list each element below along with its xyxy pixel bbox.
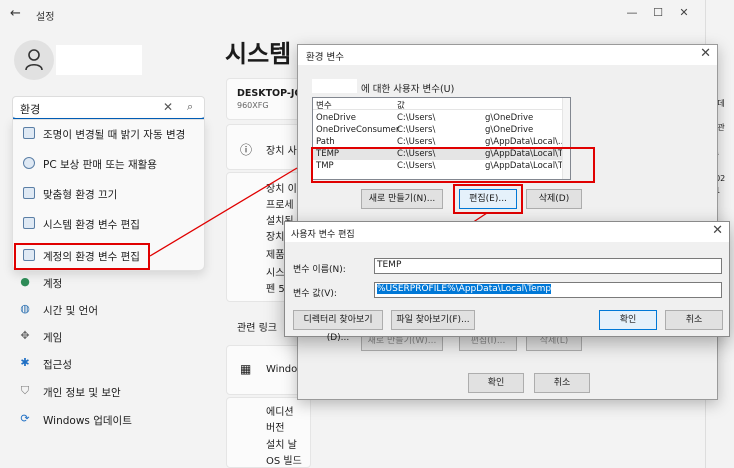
var-name-label: 변수 이름(N): (293, 265, 346, 275)
var-value-label: 변수 값(V): (293, 289, 337, 299)
edit-ok-button[interactable]: 확인 (599, 310, 657, 330)
edit-user-var-dialog: 사용자 변수 편집 ✕ 변수 이름(N): TEMP 변수 값(V): %USE… (284, 221, 730, 343)
var-value-text: %USERPROFILE%\AppData\Local\Temp (377, 284, 552, 294)
browse-directory-button[interactable]: 디렉터리 찾아보기(D)... (293, 310, 383, 343)
browse-file-button[interactable]: 파일 찾아보기(F)... (391, 310, 475, 330)
dialog-title: 사용자 변수 편집 (291, 230, 355, 240)
close-icon[interactable]: ✕ (712, 223, 723, 238)
edit-cancel-button[interactable]: 취소 (665, 310, 723, 330)
connector-line (149, 167, 298, 257)
var-name-field[interactable]: TEMP (374, 258, 722, 274)
dialog-title-bar: 사용자 변수 편집 ✕ (285, 222, 729, 242)
var-value-field[interactable]: %USERPROFILE%\AppData\Local\Temp (374, 282, 722, 298)
